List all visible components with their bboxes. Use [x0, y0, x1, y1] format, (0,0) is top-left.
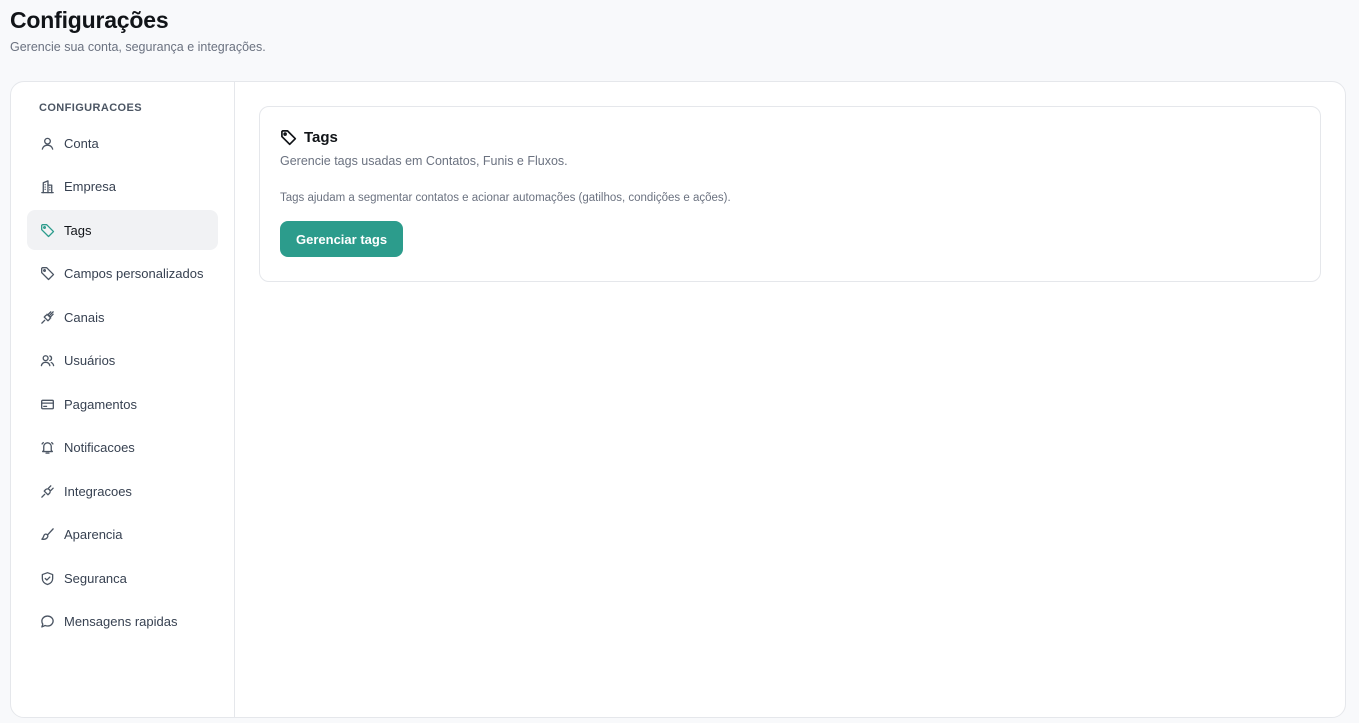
message-icon — [39, 614, 55, 630]
sidebar-item-label: Pagamentos — [64, 396, 137, 412]
sidebar-item-label: Canais — [64, 309, 105, 325]
brush-icon — [39, 527, 55, 543]
card-description: Gerencie tags usadas em Contatos, Funis … — [280, 154, 568, 168]
tag-icon — [39, 266, 55, 282]
tags-card: Tags Gerencie tags usadas em Contatos, F… — [259, 106, 1321, 282]
card-title: Tags — [304, 128, 338, 146]
page-title: Configurações — [10, 7, 169, 33]
card-help-text: Tags ajudam a segmentar contatos e acion… — [280, 192, 731, 204]
sidebar-item-campos-personalizados[interactable]: Campos personalizados — [27, 254, 218, 294]
sidebar-item-usuarios[interactable]: Usuários — [27, 341, 218, 381]
sidebar-item-label: Empresa — [64, 179, 117, 194]
sidebar-item-label: Integracoes — [64, 483, 132, 499]
building-icon — [39, 179, 55, 195]
sidebar-item-tags[interactable]: Tags — [27, 210, 218, 250]
sidebar-item-label: Conta — [64, 135, 99, 151]
sidebar-item-canais[interactable]: Canais — [27, 297, 218, 337]
sidebar-nav: Conta Empresa Tags Campos personalizados — [27, 123, 218, 642]
users-icon — [39, 353, 55, 369]
sidebar-item-notificacoes[interactable]: Notificacoes — [27, 428, 218, 468]
main-content: Tags Gerencie tags usadas em Contatos, F… — [235, 82, 1345, 717]
sidebar: CONFIGURACOES Conta Empresa Tags Campos … — [11, 82, 235, 717]
page-subtitle: Gerencie sua conta, segurança e integraç… — [10, 40, 266, 54]
settings-panel: CONFIGURACOES Conta Empresa Tags Campos … — [10, 81, 1346, 718]
manage-tags-button[interactable]: Gerenciar tags — [280, 221, 404, 257]
card-header: Tags — [280, 127, 1300, 147]
sidebar-item-label: Campos personalizados — [64, 266, 204, 281]
sidebar-item-aparencia[interactable]: Aparencia — [27, 515, 218, 555]
plug-icon — [39, 309, 55, 325]
sidebar-item-conta[interactable]: Conta — [27, 123, 218, 163]
page-header: Configurações Gerencie sua conta, segura… — [10, 6, 266, 54]
bell-icon — [39, 440, 55, 456]
sidebar-section-title: CONFIGURACOES — [39, 102, 142, 114]
sidebar-item-pagamentos[interactable]: Pagamentos — [27, 384, 218, 424]
sidebar-item-mensagens-rapidas[interactable]: Mensagens rapidas — [27, 602, 218, 642]
sidebar-item-label: Aparencia — [64, 527, 123, 542]
user-icon — [39, 135, 55, 151]
shield-icon — [39, 570, 55, 586]
sidebar-item-label: Mensagens rapidas — [64, 614, 178, 629]
sidebar-item-seguranca[interactable]: Seguranca — [27, 558, 218, 598]
sidebar-item-label: Tags — [64, 222, 92, 238]
plug-icon — [39, 483, 55, 499]
sidebar-item-label: Notificacoes — [64, 440, 135, 455]
sidebar-item-label: Usuários — [64, 353, 116, 368]
sidebar-item-label: Seguranca — [64, 570, 127, 586]
sidebar-item-integracoes[interactable]: Integracoes — [27, 471, 218, 511]
tag-icon — [39, 222, 55, 238]
sidebar-item-empresa[interactable]: Empresa — [27, 167, 218, 207]
credit-card-icon — [39, 396, 55, 412]
tag-icon — [281, 129, 297, 145]
